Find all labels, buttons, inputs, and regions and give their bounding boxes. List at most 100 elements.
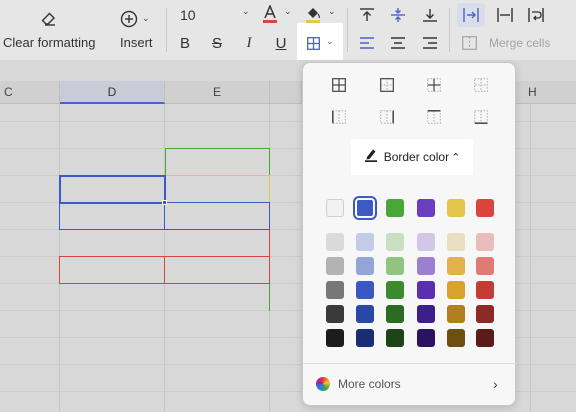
color-swatch[interactable]	[476, 281, 494, 299]
clip-icon	[496, 7, 514, 23]
color-swatch[interactable]	[386, 257, 404, 275]
align-left-icon	[359, 36, 375, 50]
clear-formatting-label: Clear formatting	[3, 35, 96, 50]
column-header-h[interactable]: H	[516, 81, 576, 104]
color-swatch[interactable]	[417, 281, 435, 299]
color-swatch[interactable]	[476, 257, 494, 275]
color-swatch[interactable]	[417, 305, 435, 323]
color-swatch[interactable]	[326, 233, 344, 251]
color-swatch[interactable]	[417, 233, 435, 251]
underline-button[interactable]: U	[270, 32, 292, 54]
column-header-c[interactable]: C	[0, 81, 60, 104]
color-swatch[interactable]	[476, 305, 494, 323]
color-swatch[interactable]	[417, 257, 435, 275]
borders-button[interactable]: ⌄	[297, 23, 343, 63]
chevron-down-icon: ⌄	[326, 36, 334, 46]
borders-grid-icon	[307, 37, 320, 50]
eraser-icon	[41, 11, 57, 27]
more-colors-button[interactable]: More colors ›	[303, 363, 517, 403]
color-swatch[interactable]	[386, 199, 404, 217]
color-swatch[interactable]	[353, 196, 377, 220]
plus-circle-icon	[120, 10, 138, 28]
align-center-button[interactable]	[387, 32, 409, 54]
color-swatch[interactable]	[386, 305, 404, 323]
color-swatch[interactable]	[476, 329, 494, 347]
color-swatch[interactable]	[356, 281, 374, 299]
left-border-icon[interactable]	[332, 110, 346, 124]
border-color-button[interactable]: Border color ⌃	[351, 139, 473, 175]
blue-border-divider	[164, 202, 165, 230]
no-borders-icon[interactable]	[474, 78, 488, 92]
yellow-border-cell	[165, 175, 270, 202]
color-swatch[interactable]	[386, 233, 404, 251]
text-color-icon	[262, 5, 278, 25]
color-swatch[interactable]	[417, 329, 435, 347]
align-top-button[interactable]	[356, 4, 378, 26]
color-swatch[interactable]	[326, 329, 344, 347]
color-swatch[interactable]	[386, 329, 404, 347]
color-swatch[interactable]	[356, 305, 374, 323]
right-border-icon[interactable]	[380, 110, 394, 124]
wrap-button[interactable]	[523, 3, 549, 27]
selected-cell[interactable]	[59, 175, 166, 204]
italic-button[interactable]: I	[238, 32, 260, 54]
bold-button[interactable]: B	[174, 32, 196, 54]
all-borders-icon[interactable]	[332, 78, 346, 92]
color-wheel-icon	[316, 376, 330, 391]
borders-popover: Border color ⌃ More colors ›	[302, 62, 517, 406]
chevron-right-icon: ›	[493, 376, 498, 392]
strikethrough-button[interactable]: S	[206, 32, 228, 54]
color-swatch[interactable]	[447, 305, 465, 323]
chevron-down-icon: ⌄	[328, 6, 336, 16]
font-size-value: 10	[180, 7, 196, 23]
align-right-button[interactable]	[419, 32, 441, 54]
color-swatch[interactable]	[326, 257, 344, 275]
color-swatch[interactable]	[356, 329, 374, 347]
separator	[166, 8, 167, 52]
color-swatch[interactable]	[326, 199, 344, 217]
color-swatch[interactable]	[447, 281, 465, 299]
inner-borders-icon[interactable]	[427, 78, 441, 92]
align-left-button[interactable]	[356, 32, 378, 54]
chevron-up-icon: ⌃	[451, 151, 461, 164]
color-swatch[interactable]	[447, 199, 465, 217]
clip-button[interactable]	[492, 3, 518, 27]
merge-cells-button[interactable]: Merge cells	[458, 32, 558, 54]
align-middle-button[interactable]	[387, 4, 409, 26]
column-header-d[interactable]: D	[60, 81, 165, 104]
align-right-icon	[422, 36, 438, 50]
insert-button[interactable]: ⌄ Insert	[112, 0, 162, 58]
column-header-f[interactable]	[270, 81, 302, 104]
color-swatch[interactable]	[356, 233, 374, 251]
font-size-select[interactable]: 10 ⌄	[172, 4, 254, 26]
outer-borders-icon[interactable]	[380, 78, 394, 92]
fill-handle[interactable]	[162, 200, 167, 205]
top-border-icon[interactable]	[427, 110, 441, 124]
chevron-down-icon: ⌄	[242, 6, 250, 16]
color-swatch[interactable]	[326, 281, 344, 299]
align-center-icon	[390, 36, 406, 50]
paint-bucket-icon	[305, 5, 321, 25]
align-bottom-button[interactable]	[419, 4, 441, 26]
column-header-e[interactable]: E	[165, 81, 270, 104]
color-swatch[interactable]	[417, 199, 435, 217]
pen-icon	[364, 148, 378, 167]
color-swatch[interactable]	[476, 233, 494, 251]
align-top-icon	[359, 7, 375, 23]
color-swatch[interactable]	[447, 257, 465, 275]
color-swatch[interactable]	[447, 329, 465, 347]
separator	[347, 8, 348, 52]
color-swatch[interactable]	[476, 199, 494, 217]
color-swatch[interactable]	[326, 305, 344, 323]
color-swatch[interactable]	[356, 257, 374, 275]
toolbar: Clear formatting ⌄ Insert 10 ⌄ ⌄ ⌄ B S I…	[0, 0, 576, 63]
bottom-border-icon[interactable]	[474, 110, 488, 124]
clear-formatting-button[interactable]: Clear formatting	[0, 0, 100, 58]
text-color-button[interactable]: ⌄	[260, 4, 296, 26]
merge-cells-icon	[462, 36, 477, 50]
color-swatch[interactable]	[447, 233, 465, 251]
color-swatch[interactable]	[386, 281, 404, 299]
overflow-icon	[462, 7, 480, 23]
insert-label: Insert	[120, 35, 153, 50]
overflow-button[interactable]	[457, 3, 485, 27]
